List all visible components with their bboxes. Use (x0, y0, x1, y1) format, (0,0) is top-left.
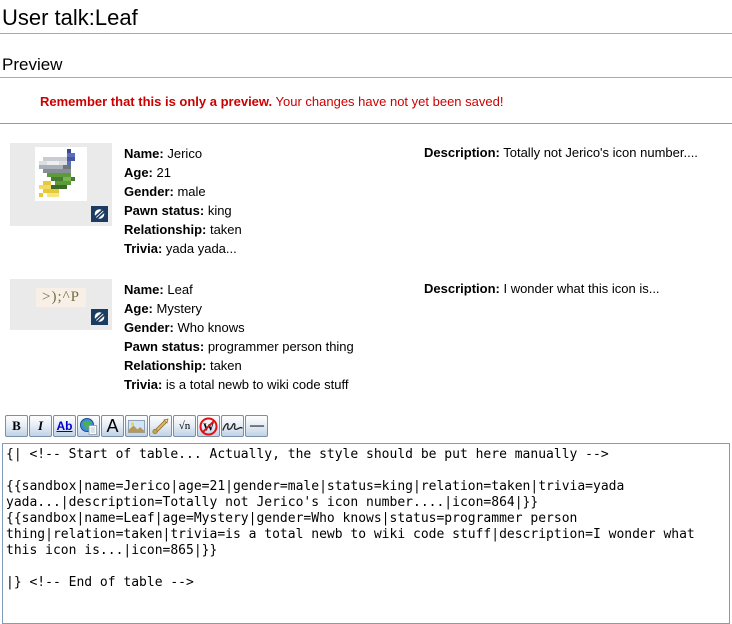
signature-button[interactable] (221, 415, 244, 437)
profile-description: Description: Totally not Jerico's icon n… (424, 144, 724, 162)
field-label: Trivia: (124, 241, 162, 256)
headline-icon: A (106, 416, 118, 437)
field-value: is a total newb to wiki code stuff (166, 377, 349, 392)
field-label: Gender: (124, 320, 174, 335)
field-relationship: Relationship: taken (124, 356, 732, 375)
field-value: programmer person thing (208, 339, 354, 354)
field-value: taken (210, 358, 242, 373)
profile-list: Name: Jerico Age: 21 Gender: male Pawn s… (0, 143, 732, 395)
section-heading-preview: Preview (0, 55, 732, 78)
field-label: Name: (124, 282, 164, 297)
field-value: Who knows (177, 320, 244, 335)
field-label: Age: (124, 165, 153, 180)
image-icon (128, 420, 145, 433)
preview-warning-rest: Your changes have not yet been saved! (272, 94, 503, 109)
field-age: Age: Mystery (124, 299, 732, 318)
italic-button[interactable]: I (29, 415, 52, 437)
nowiki-button[interactable]: W (197, 415, 220, 437)
field-value: Jerico (167, 146, 202, 161)
field-pawn-status: Pawn status: king (124, 201, 732, 220)
edit-toolbar: B I Ab A √n W (5, 415, 732, 437)
description-label: Description: (424, 281, 500, 296)
badge-row (14, 206, 108, 222)
field-gender: Gender: Who knows (124, 318, 732, 337)
profile-description: Description: I wonder what this icon is.… (424, 280, 724, 298)
field-age: Age: 21 (124, 163, 732, 182)
description-label: Description: (424, 145, 500, 160)
badge-row (14, 309, 108, 325)
description-value: Totally not Jerico's icon number.... (503, 145, 698, 160)
field-value: 21 (157, 165, 171, 180)
profile-row-jerico: Name: Jerico Age: 21 Gender: male Pawn s… (0, 143, 732, 259)
field-value: male (177, 184, 205, 199)
field-label: Relationship: (124, 222, 206, 237)
description-value: I wonder what this icon is... (503, 281, 659, 296)
field-label: Relationship: (124, 358, 206, 373)
math-icon: √n (179, 420, 191, 432)
field-value: king (208, 203, 232, 218)
field-label: Age: (124, 301, 153, 316)
italic-icon: I (38, 418, 43, 434)
profile-row-leaf: >);^P Name: Leaf Age: Mystery Gender: Wh… (0, 279, 732, 395)
thumb-box (10, 143, 112, 226)
pixel-art-creature-icon (35, 147, 87, 201)
bold-icon: B (12, 418, 21, 434)
wikitext-editor[interactable] (2, 443, 730, 624)
signature-icon (222, 419, 243, 433)
trumpet-icon (151, 418, 170, 435)
horizontal-line-icon: — (250, 418, 263, 434)
divider (0, 123, 732, 124)
headline-button[interactable]: A (101, 415, 124, 437)
external-link-button[interactable] (77, 415, 100, 437)
preview-warning: Remember that this is only a preview. Yo… (40, 94, 732, 109)
internal-link-button[interactable]: Ab (53, 415, 76, 437)
field-label: Name: (124, 146, 164, 161)
media-file-button[interactable] (149, 415, 172, 437)
field-value: yada yada... (166, 241, 237, 256)
field-label: Trivia: (124, 377, 162, 392)
internal-link-icon: Ab (57, 419, 73, 433)
jerico-pixel-art-image[interactable] (35, 147, 87, 201)
field-label: Gender: (124, 184, 174, 199)
embedded-image-button[interactable] (125, 415, 148, 437)
field-value: Mystery (157, 301, 203, 316)
bold-button[interactable]: B (5, 415, 28, 437)
preview-warning-bold: Remember that this is only a preview. (40, 94, 272, 109)
field-trivia: Trivia: is a total newb to wiki code stu… (124, 375, 732, 394)
emoticon-alt-text: >);^P (36, 288, 86, 307)
field-gender: Gender: male (124, 182, 732, 201)
media-placeholder-icon[interactable] (91, 206, 108, 222)
field-trivia: Trivia: yada yada... (124, 239, 732, 258)
field-label: Pawn status: (124, 339, 204, 354)
field-relationship: Relationship: taken (124, 220, 732, 239)
field-label: Pawn status: (124, 203, 204, 218)
field-value: taken (210, 222, 242, 237)
math-formula-button[interactable]: √n (173, 415, 196, 437)
media-placeholder-icon[interactable] (91, 309, 108, 325)
horizontal-line-button[interactable]: — (245, 415, 268, 437)
page-title: User talk:Leaf (0, 2, 732, 34)
field-pawn-status: Pawn status: programmer person thing (124, 337, 732, 356)
globe-icon (79, 417, 98, 435)
field-value: Leaf (167, 282, 192, 297)
nowiki-icon: W (199, 417, 218, 436)
thumb-box: >);^P (10, 279, 112, 330)
